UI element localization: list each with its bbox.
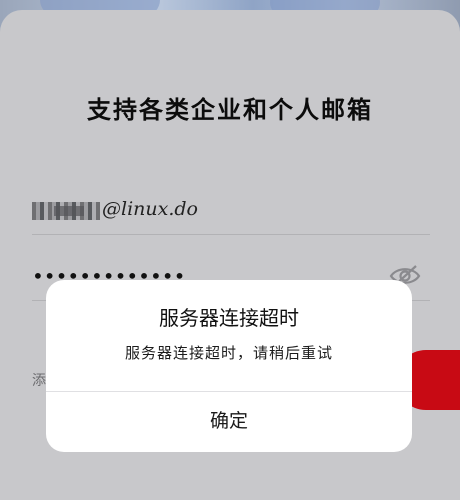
email-divider [32,234,430,235]
email-field[interactable]: @linux.do [32,196,430,226]
add-account-label: 添 [32,373,46,389]
email-redacted-mask-inner [54,206,84,216]
confirm-button[interactable]: 确定 [46,392,412,452]
email-value: @linux.do [102,198,198,220]
dialog-title: 服务器连接超时 [159,306,299,330]
dialog-message: 服务器连接超时，请稍后重试 [124,344,333,362]
timeout-dialog: 服务器连接超时 服务器连接超时，请稍后重试 确定 [46,280,412,452]
page-title: 支持各类企业和个人邮箱 [87,95,373,124]
